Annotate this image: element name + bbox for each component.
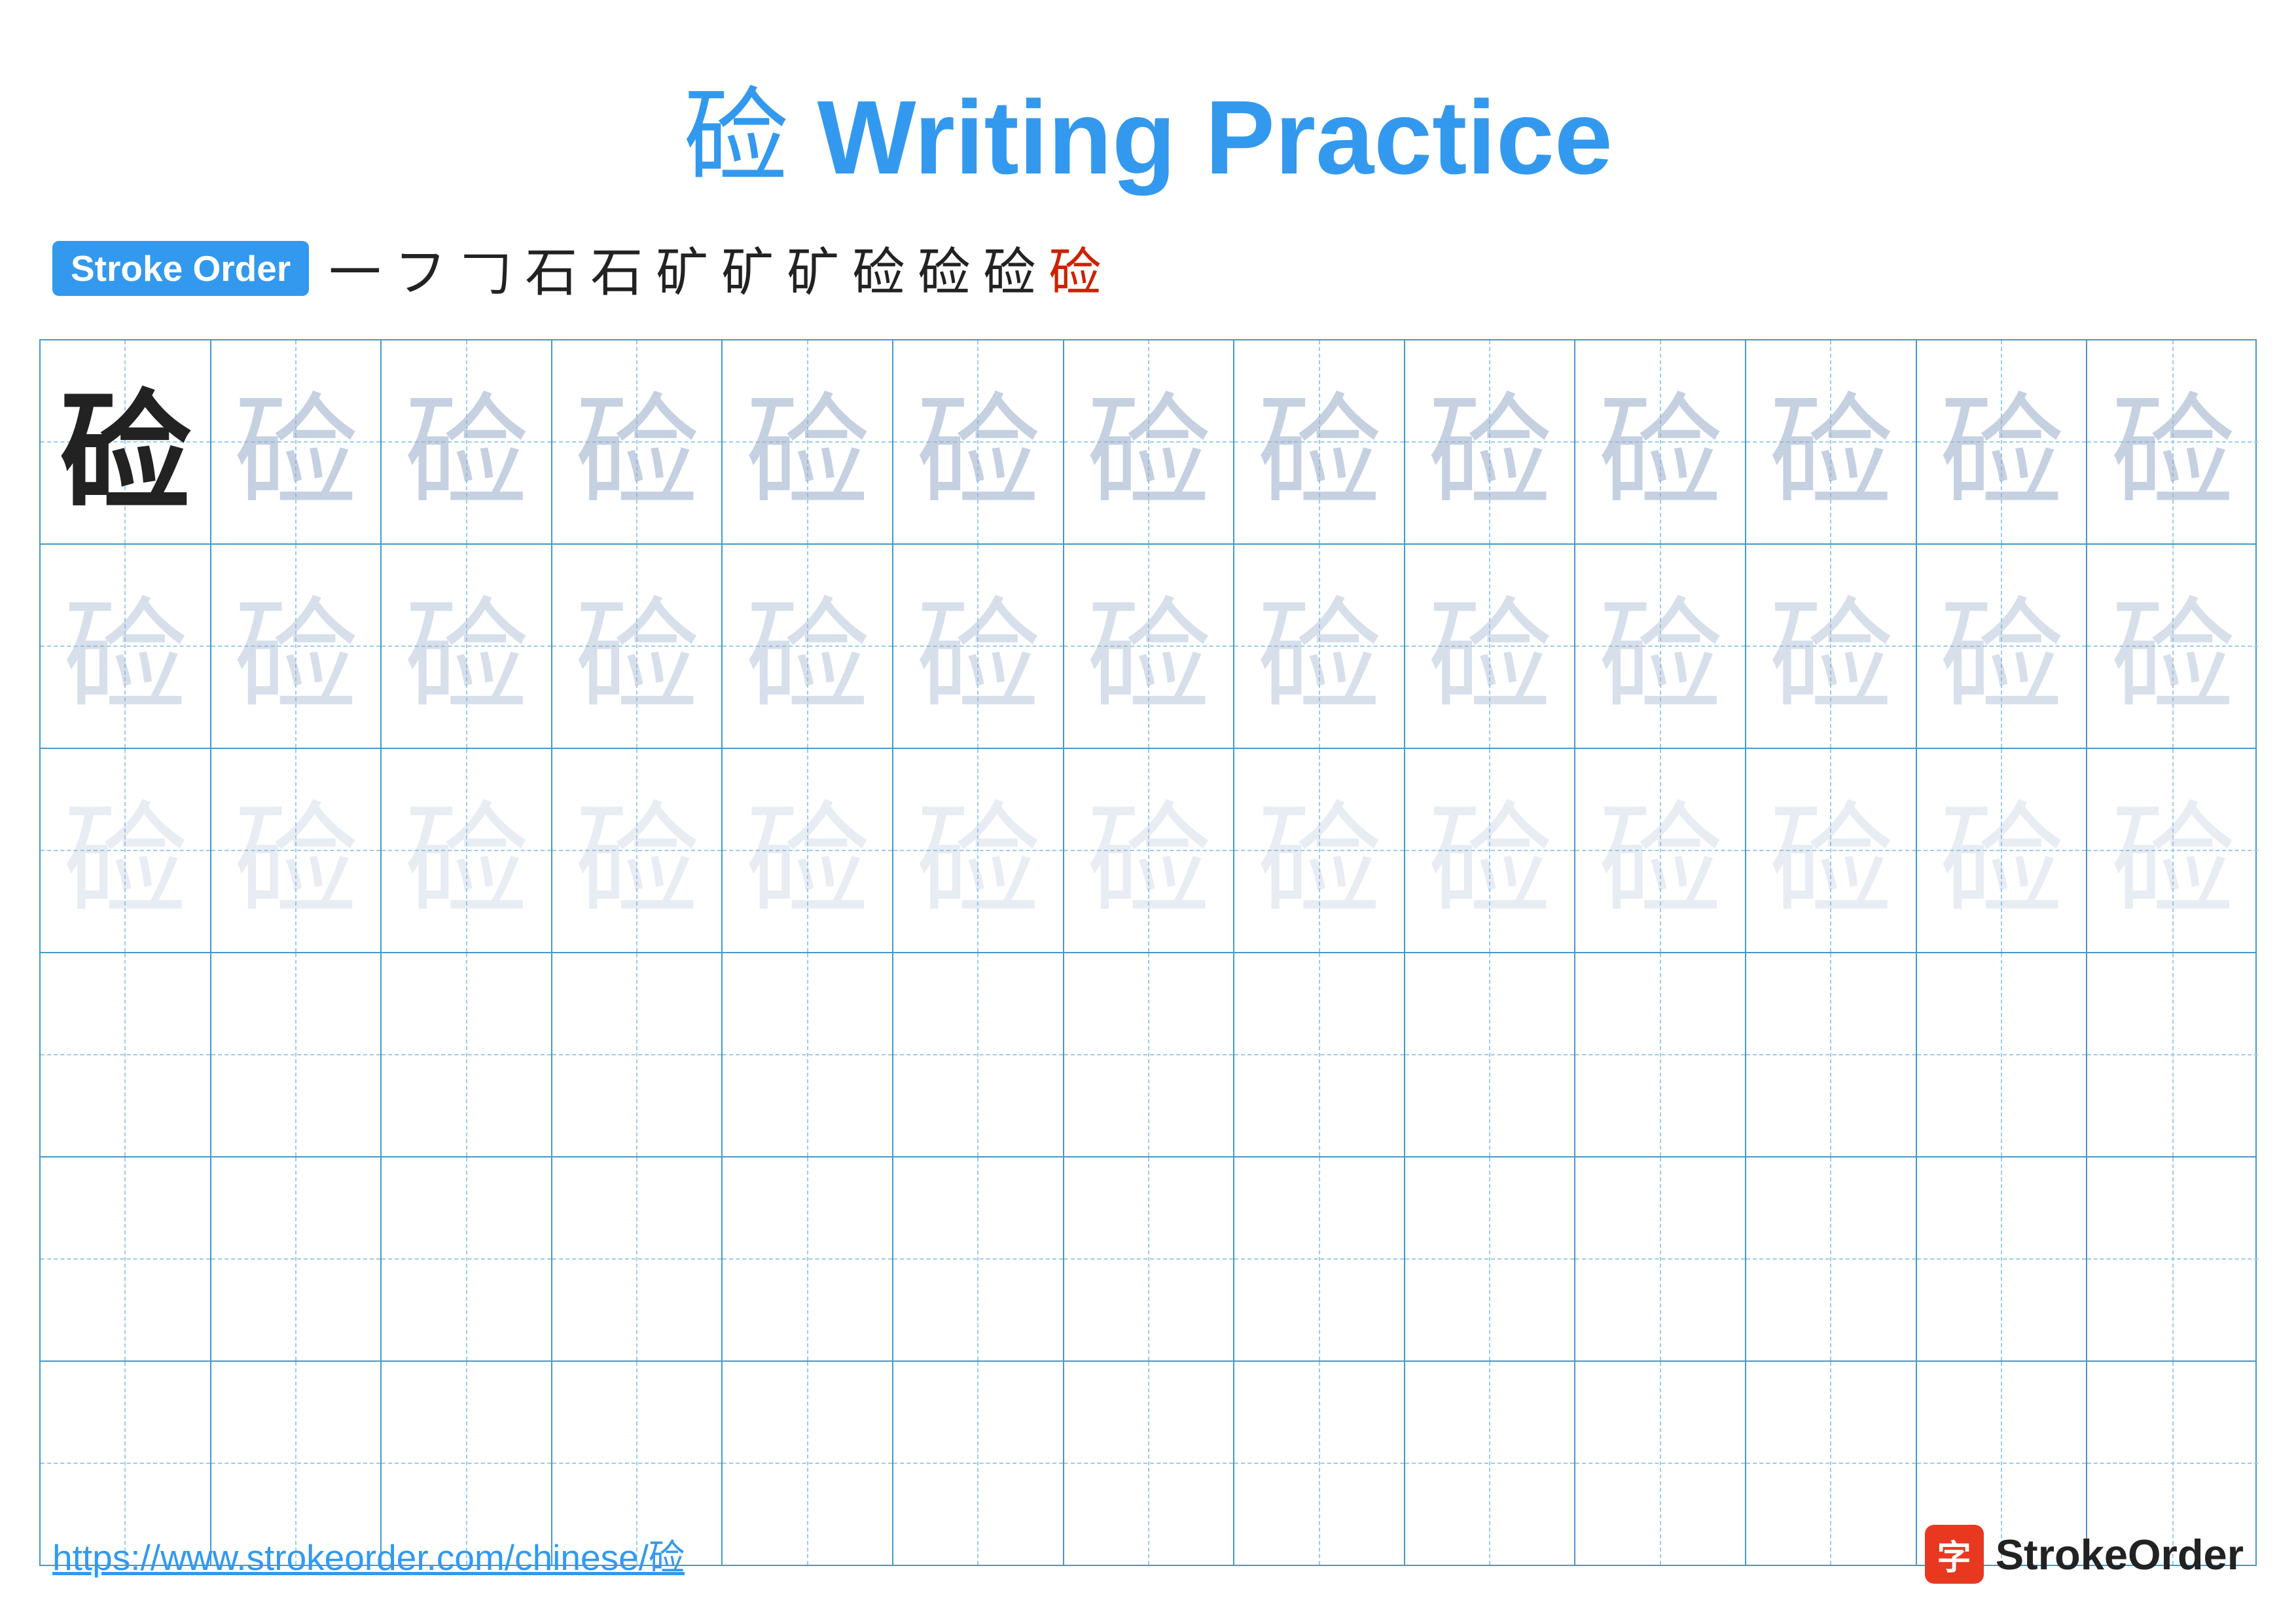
grid-cell-r5-c3[interactable] [382, 1158, 552, 1360]
grid-cell-r1-c13[interactable]: 硷 [2087, 340, 2258, 543]
grid-cell-r2-c5[interactable]: 硷 [723, 545, 893, 748]
grid-cell-r2-c11[interactable]: 硷 [1746, 545, 1917, 748]
footer-logo: 字 StrokeOrder [1925, 1525, 2244, 1584]
grid-cell-r4-c3[interactable] [382, 953, 552, 1156]
grid-cell-r2-c6[interactable]: 硷 [893, 545, 1064, 748]
grid-cell-r3-c1[interactable]: 硷 [41, 749, 211, 952]
grid-cell-r4-c2[interactable] [211, 953, 382, 1156]
grid-cell-r3-c9[interactable]: 硷 [1405, 749, 1576, 952]
grid-cell-r3-c4[interactable]: 硷 [552, 749, 723, 952]
grid-cell-r5-c9[interactable] [1405, 1158, 1576, 1360]
footer-url[interactable]: https://www.strokeorder.com/chinese/硷 [52, 1528, 685, 1580]
grid-row-1: 硷 硷 硷 硷 硷 硷 硷 硷 硷 硷 硷 硷 硷 [41, 340, 2255, 545]
title-area: 硷 Writing Practice [0, 0, 2296, 204]
stroke-3: 𠃌 [459, 230, 512, 306]
stroke-1: 一 [329, 230, 381, 306]
stroke-12: 硷 [1049, 230, 1101, 306]
stroke-4: 石 [525, 230, 577, 306]
stroke-10: 硷 [918, 230, 970, 306]
grid-cell-r5-c11[interactable] [1746, 1158, 1917, 1360]
grid-cell-r2-c1[interactable]: 硷 [41, 545, 211, 748]
grid-cell-r5-c8[interactable] [1234, 1158, 1405, 1360]
grid-cell-r1-c7[interactable]: 硷 [1064, 340, 1235, 543]
grid-cell-r1-c1[interactable]: 硷 [41, 340, 211, 543]
stroke-order-row: Stroke Order 一 フ 𠃌 石 石 矿 矿 矿 硷 硷 硷 硷 [0, 230, 2296, 306]
grid-row-4 [41, 953, 2255, 1158]
grid-cell-r1-c3[interactable]: 硷 [382, 340, 552, 543]
grid-cell-r1-c8[interactable]: 硷 [1234, 340, 1405, 543]
grid-row-3: 硷 硷 硷 硷 硷 硷 硷 硷 硷 硷 硷 硷 硷 [41, 749, 2255, 953]
grid-cell-r1-c5[interactable]: 硷 [723, 340, 893, 543]
grid-cell-r5-c13[interactable] [2087, 1158, 2258, 1360]
stroke-7: 矿 [721, 230, 774, 306]
grid-cell-r3-c13[interactable]: 硷 [2087, 749, 2258, 952]
grid-cell-r4-c6[interactable] [893, 953, 1064, 1156]
title-character: 硷 [683, 80, 788, 196]
grid-cell-r4-c5[interactable] [723, 953, 893, 1156]
grid-cell-r3-c3[interactable]: 硷 [382, 749, 552, 952]
grid-cell-r4-c4[interactable] [552, 953, 723, 1156]
grid-cell-r2-c3[interactable]: 硷 [382, 545, 552, 748]
grid-cell-r4-c7[interactable] [1064, 953, 1235, 1156]
grid-cell-r3-c2[interactable]: 硷 [211, 749, 382, 952]
grid-row-5 [41, 1158, 2255, 1362]
stroke-5: 石 [590, 230, 643, 306]
grid-cell-r2-c9[interactable]: 硷 [1405, 545, 1576, 748]
writing-grid: 硷 硷 硷 硷 硷 硷 硷 硷 硷 硷 硷 硷 硷 硷 硷 硷 硷 硷 硷 硷 … [39, 339, 2257, 1566]
grid-cell-r2-c10[interactable]: 硷 [1575, 545, 1746, 748]
grid-cell-r3-c8[interactable]: 硷 [1234, 749, 1405, 952]
grid-cell-r4-c10[interactable] [1575, 953, 1746, 1156]
character-dark: 硷 [60, 347, 190, 537]
grid-cell-r1-c10[interactable]: 硷 [1575, 340, 1746, 543]
stroke-6: 矿 [656, 230, 708, 306]
grid-cell-r1-c9[interactable]: 硷 [1405, 340, 1576, 543]
stroke-9: 硷 [852, 230, 905, 306]
grid-cell-r4-c9[interactable] [1405, 953, 1576, 1156]
stroke-11: 硷 [983, 230, 1035, 306]
stroke-chars: 一 フ 𠃌 石 石 矿 矿 矿 硷 硷 硷 硷 [329, 230, 1101, 306]
logo-icon: 字 [1925, 1525, 1984, 1584]
grid-cell-r4-c8[interactable] [1234, 953, 1405, 1156]
grid-cell-r3-c12[interactable]: 硷 [1917, 749, 2088, 952]
grid-row-2: 硷 硷 硷 硷 硷 硷 硷 硷 硷 硷 硷 硷 硷 [41, 545, 2255, 749]
grid-cell-r4-c1[interactable] [41, 953, 211, 1156]
grid-cell-r3-c6[interactable]: 硷 [893, 749, 1064, 952]
grid-cell-r4-c11[interactable] [1746, 953, 1917, 1156]
grid-cell-r2-c4[interactable]: 硷 [552, 545, 723, 748]
grid-cell-r1-c11[interactable]: 硷 [1746, 340, 1917, 543]
grid-cell-r4-c13[interactable] [2087, 953, 2258, 1156]
logo-text: StrokeOrder [1996, 1530, 2244, 1579]
grid-cell-r5-c7[interactable] [1064, 1158, 1235, 1360]
grid-cell-r1-c2[interactable]: 硷 [211, 340, 382, 543]
grid-cell-r5-c1[interactable] [41, 1158, 211, 1360]
grid-cell-r5-c12[interactable] [1917, 1158, 2088, 1360]
grid-cell-r3-c10[interactable]: 硷 [1575, 749, 1746, 952]
grid-cell-r3-c7[interactable]: 硷 [1064, 749, 1235, 952]
grid-cell-r1-c6[interactable]: 硷 [893, 340, 1064, 543]
grid-cell-r5-c4[interactable] [552, 1158, 723, 1360]
grid-cell-r2-c12[interactable]: 硷 [1917, 545, 2088, 748]
grid-cell-r1-c4[interactable]: 硷 [552, 340, 723, 543]
grid-cell-r1-c12[interactable]: 硷 [1917, 340, 2088, 543]
grid-cell-r5-c10[interactable] [1575, 1158, 1746, 1360]
grid-cell-r3-c5[interactable]: 硷 [723, 749, 893, 952]
grid-cell-r5-c5[interactable] [723, 1158, 893, 1360]
stroke-8: 矿 [787, 230, 839, 306]
stroke-order-badge: Stroke Order [52, 241, 309, 296]
grid-cell-r5-c2[interactable] [211, 1158, 382, 1360]
stroke-2: フ [394, 230, 446, 306]
grid-cell-r3-c11[interactable]: 硷 [1746, 749, 1917, 952]
grid-cell-r4-c12[interactable] [1917, 953, 2088, 1156]
footer: https://www.strokeorder.com/chinese/硷 字 … [52, 1525, 2244, 1584]
grid-cell-r2-c13[interactable]: 硷 [2087, 545, 2258, 748]
grid-cell-r2-c7[interactable]: 硷 [1064, 545, 1235, 748]
grid-cell-r5-c6[interactable] [893, 1158, 1064, 1360]
title-text: Writing Practice [788, 79, 1613, 196]
grid-cell-r2-c8[interactable]: 硷 [1234, 545, 1405, 748]
grid-cell-r2-c2[interactable]: 硷 [211, 545, 382, 748]
